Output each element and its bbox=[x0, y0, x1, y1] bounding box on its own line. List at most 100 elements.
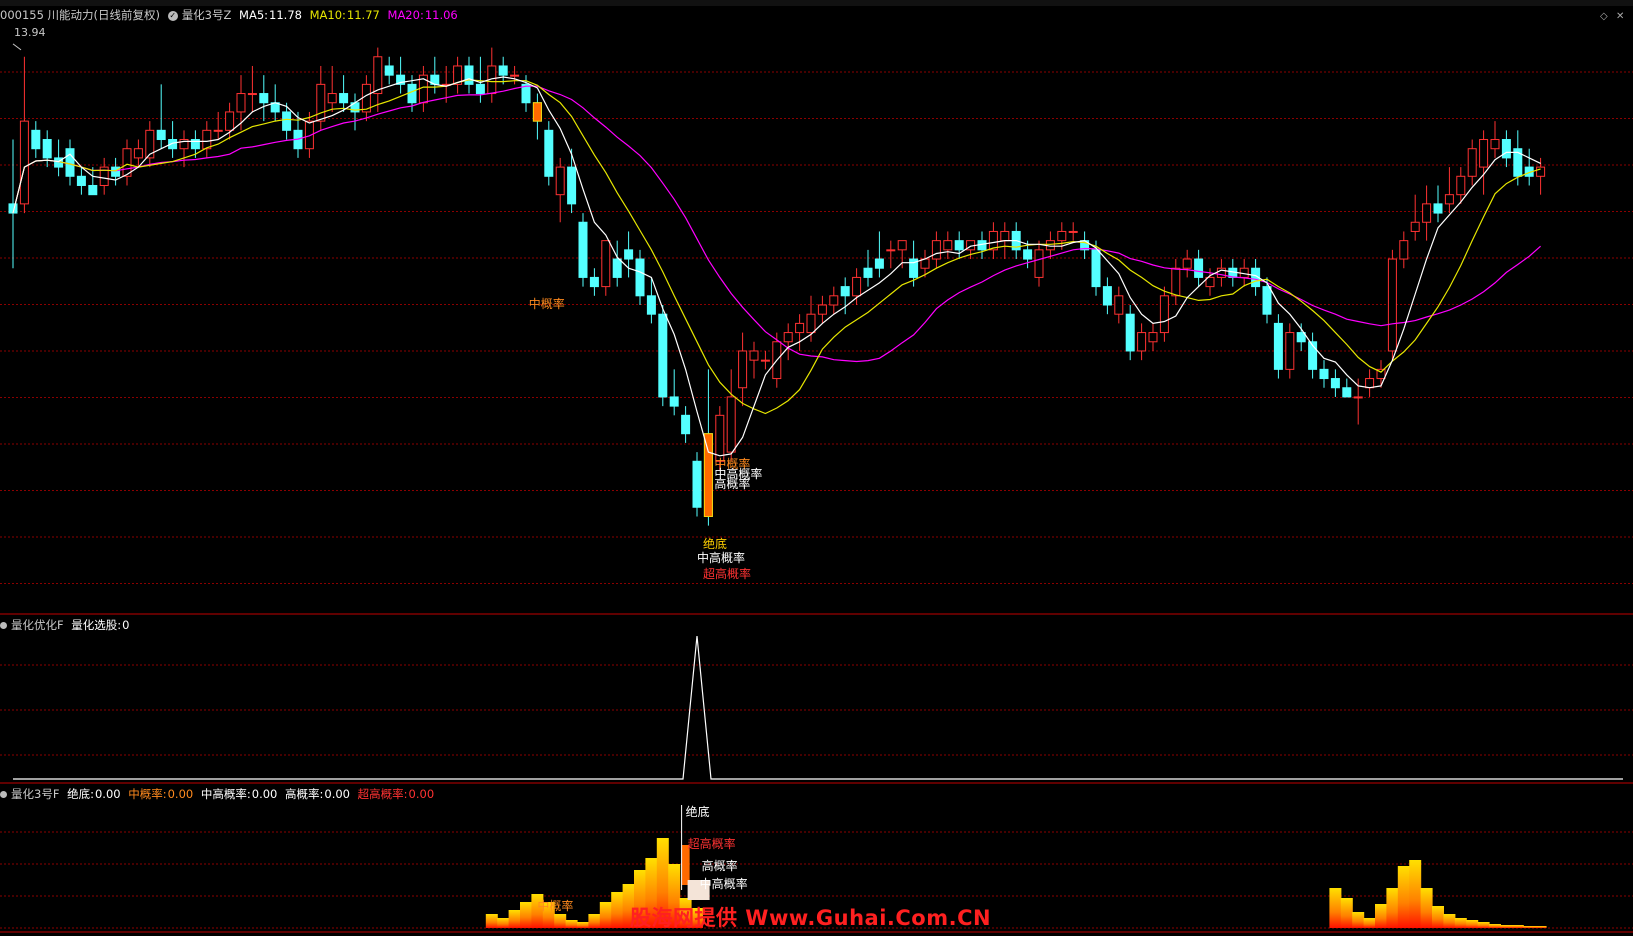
candle-body bbox=[1387, 258, 1397, 352]
quant-select-line bbox=[13, 635, 1623, 780]
signal-bar bbox=[599, 902, 612, 928]
panel2-settings-icon[interactable] bbox=[0, 622, 7, 629]
candle-body bbox=[795, 322, 805, 334]
candle-body bbox=[213, 129, 223, 132]
candle-body bbox=[829, 295, 839, 306]
panel2-name[interactable]: 量化优化F bbox=[11, 618, 64, 632]
panel3-label-4: 超高概率: bbox=[357, 787, 408, 801]
signal-bar bbox=[1534, 926, 1547, 928]
candle-body bbox=[1182, 258, 1192, 269]
candle-body bbox=[886, 249, 896, 252]
candle-body bbox=[840, 286, 850, 297]
candle-body bbox=[863, 267, 873, 278]
watermark: 股海网提供 Www.Guhai.Com.CN bbox=[630, 906, 992, 930]
candle-body bbox=[282, 111, 292, 131]
signal-bar bbox=[485, 914, 498, 928]
signal-label: 高概率 bbox=[702, 858, 738, 873]
candle-body bbox=[259, 93, 269, 104]
candle-body bbox=[498, 65, 508, 76]
indicator-name[interactable]: 量化3号Z bbox=[182, 8, 232, 22]
signal-bar bbox=[1432, 906, 1444, 928]
signal-bar bbox=[1397, 866, 1410, 928]
candle-body bbox=[1023, 249, 1033, 260]
candle-body bbox=[669, 396, 679, 407]
panel3-settings-icon[interactable] bbox=[0, 791, 7, 798]
panel3-value-0: 0.00 bbox=[94, 787, 121, 801]
candle-body bbox=[510, 74, 520, 77]
candle-body bbox=[225, 111, 235, 131]
signal-bar bbox=[611, 892, 624, 928]
candle-body bbox=[1194, 258, 1204, 278]
candle-body bbox=[1467, 148, 1477, 177]
candle-body bbox=[806, 313, 816, 334]
candle-body bbox=[1330, 378, 1340, 389]
candle-body bbox=[692, 460, 702, 508]
signal-bar bbox=[1523, 926, 1536, 928]
candle-body bbox=[475, 83, 485, 95]
ma20-value: 11.06 bbox=[424, 8, 458, 22]
candle-body bbox=[1410, 221, 1420, 232]
signal-bar bbox=[1500, 925, 1513, 928]
panel3-name[interactable]: 量化3号F bbox=[11, 787, 59, 801]
diamond-icon[interactable]: ◇ bbox=[1600, 11, 1608, 22]
candle-body bbox=[1342, 387, 1352, 398]
signal-bar bbox=[520, 902, 532, 928]
signal-bar bbox=[681, 845, 690, 885]
candle-body bbox=[1102, 286, 1112, 306]
panel3-value-1: 0.00 bbox=[167, 787, 194, 801]
signal-bar bbox=[1340, 898, 1353, 928]
candle-body bbox=[1262, 286, 1272, 315]
candle-body bbox=[1422, 203, 1432, 223]
candle-body bbox=[817, 304, 827, 315]
candle-body bbox=[1365, 378, 1375, 389]
candle-body bbox=[681, 414, 691, 435]
candle-body bbox=[1273, 322, 1283, 370]
ma10-label: MA10: bbox=[309, 8, 346, 22]
signal-bar bbox=[1386, 888, 1399, 928]
signal-bar bbox=[497, 918, 510, 928]
candle-body bbox=[1091, 249, 1101, 288]
candle-body bbox=[76, 175, 86, 186]
signal-candle bbox=[703, 433, 713, 517]
candle-body bbox=[897, 240, 907, 251]
candle-body bbox=[567, 166, 577, 205]
candle-body bbox=[931, 240, 941, 260]
signal-label: 高概率 bbox=[714, 476, 750, 491]
signal-bar bbox=[1454, 918, 1467, 928]
candle-body bbox=[646, 295, 656, 315]
ma5-line bbox=[12, 76, 1541, 457]
high-marker-tick bbox=[12, 43, 22, 51]
signal-bar bbox=[565, 920, 578, 928]
panel3-value-2: 0.00 bbox=[251, 787, 278, 801]
candle-body bbox=[316, 83, 326, 122]
candle-body bbox=[373, 56, 383, 95]
candle-body bbox=[1285, 332, 1295, 370]
candle-body bbox=[1319, 368, 1329, 380]
signal-bar bbox=[588, 914, 601, 928]
candle-body bbox=[236, 93, 246, 113]
candle-body bbox=[384, 65, 394, 76]
signal-bar bbox=[1409, 860, 1422, 928]
high-price-value: 13.94 bbox=[14, 26, 46, 39]
candle-body bbox=[954, 240, 964, 251]
signal-candle bbox=[532, 102, 542, 122]
panel2-value: 0 bbox=[122, 618, 130, 632]
ma5-label: MA5: bbox=[239, 8, 269, 22]
signal-label: 绝底 bbox=[703, 536, 727, 551]
panel3-label-3: 高概率: bbox=[285, 787, 324, 801]
signal-bar bbox=[1489, 924, 1501, 928]
candle-body bbox=[624, 249, 634, 260]
candle-body bbox=[1490, 139, 1500, 150]
candle-body bbox=[133, 148, 143, 159]
signal-label: 中高概率 bbox=[697, 550, 745, 565]
candle-body bbox=[555, 166, 565, 196]
candle-body bbox=[635, 258, 645, 297]
candle-body bbox=[19, 120, 29, 205]
close-icon[interactable]: ✕ bbox=[1616, 11, 1624, 22]
candle-body bbox=[1137, 332, 1147, 352]
indicator-settings-icon[interactable]: ✓ bbox=[167, 10, 178, 21]
signal-bar bbox=[1375, 904, 1387, 928]
candle-body bbox=[852, 276, 862, 297]
panel2-label: 量化选股: bbox=[71, 618, 122, 632]
signal-bar bbox=[577, 922, 589, 928]
